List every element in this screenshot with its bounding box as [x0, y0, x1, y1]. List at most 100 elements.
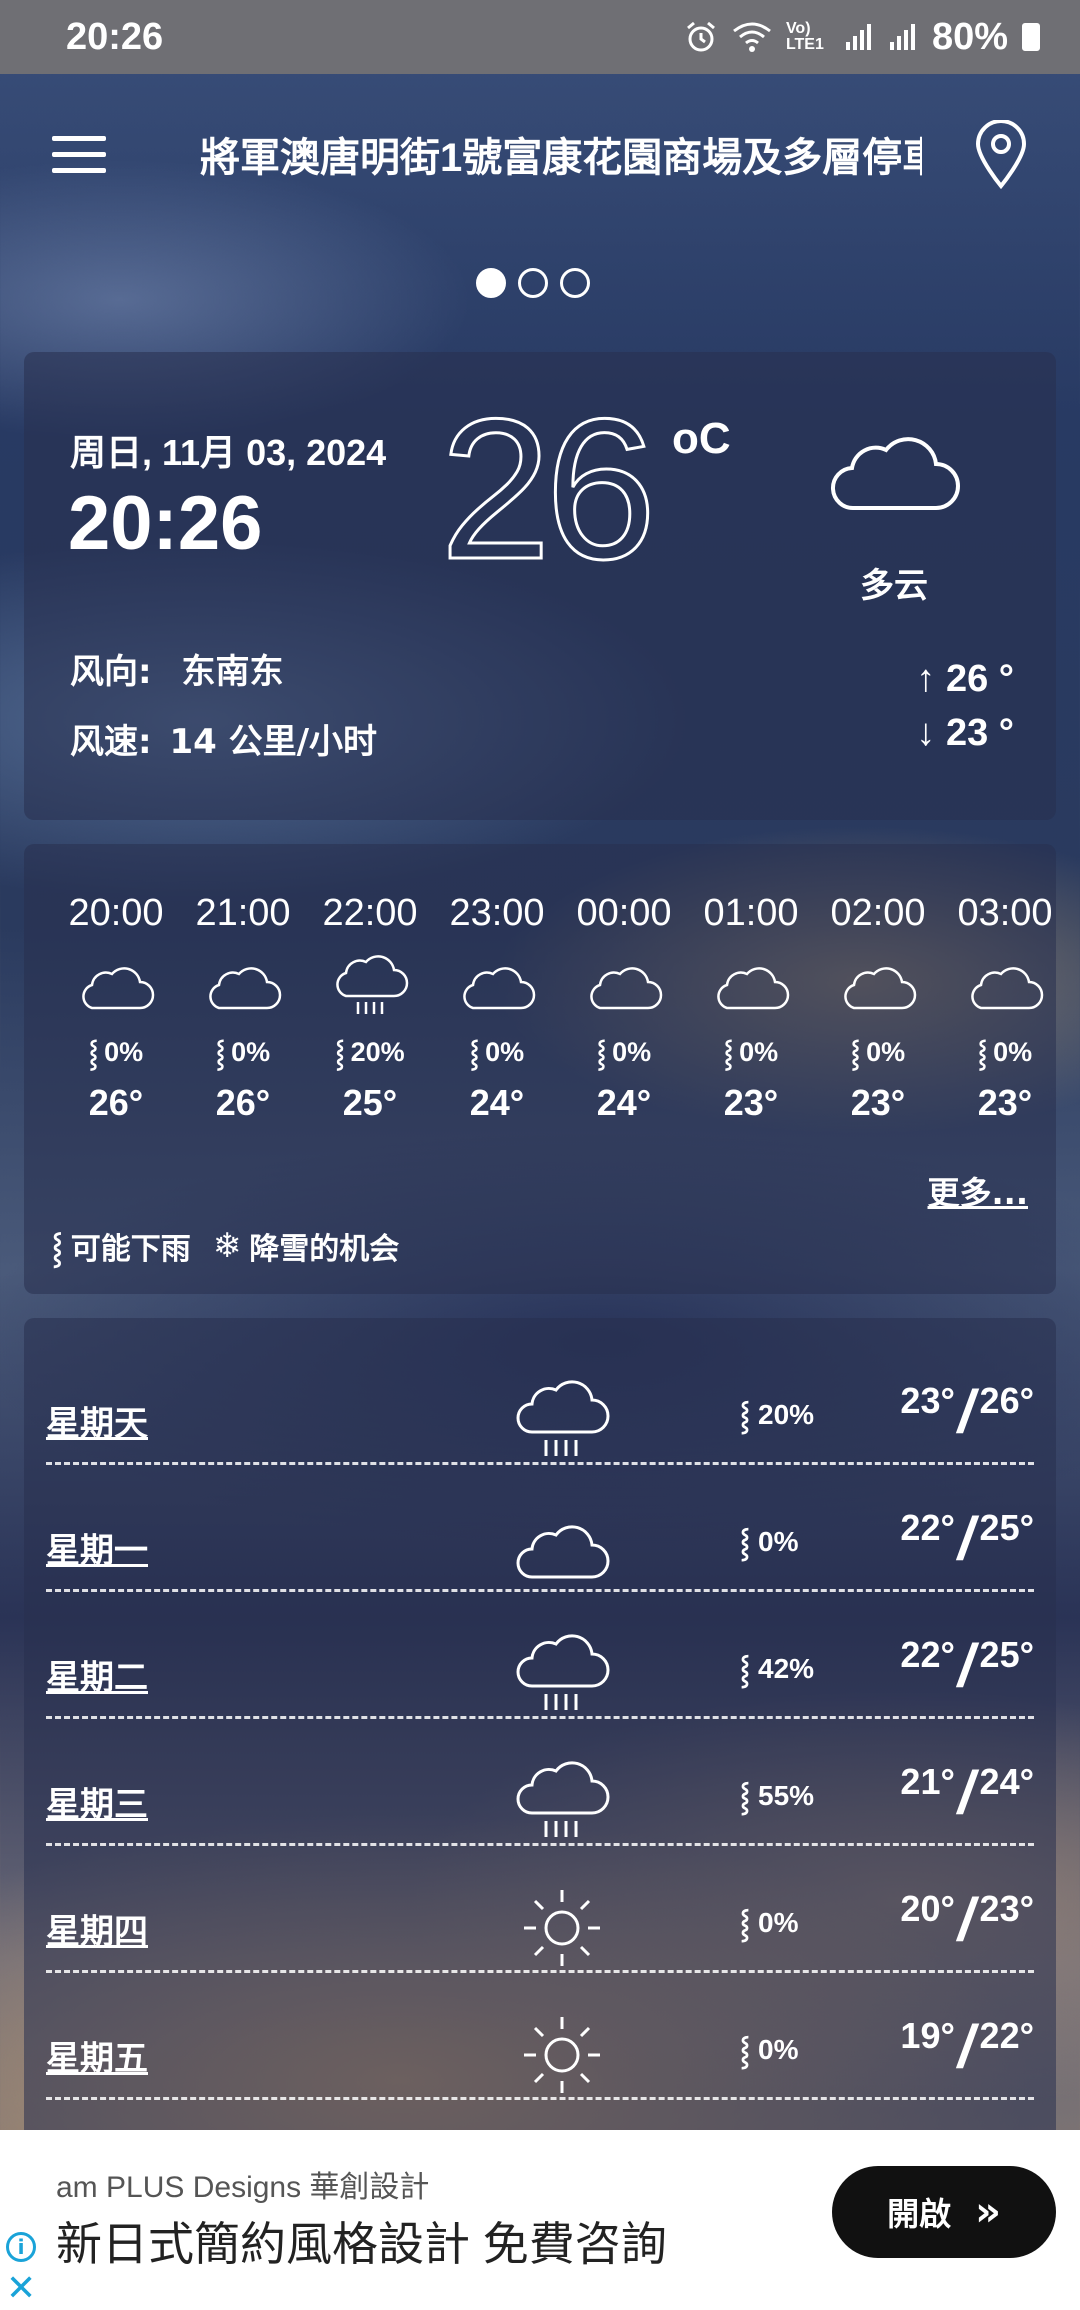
- rain-cloud-icon: [516, 1634, 610, 1710]
- raindrop-icon: ⸾: [596, 1038, 607, 1068]
- day-low-temp: 23°: [900, 1380, 955, 1421]
- alarm-icon: [686, 21, 715, 52]
- raindrop-icon: ⸾: [469, 1038, 480, 1068]
- page-indicator: [476, 268, 590, 298]
- day-high-temp: 25°: [979, 1507, 1034, 1548]
- day-rain-chance: 42%: [758, 1653, 815, 1684]
- day-rain-chance: 55%: [758, 1780, 815, 1811]
- wind-direction: 风向: 东南东: [70, 644, 283, 693]
- status-time: 20:26: [66, 15, 164, 58]
- current-date: 周日, 11月 03, 2024: [70, 432, 387, 473]
- cloud-icon: [971, 967, 1044, 1010]
- day-low-temp: 20°: [900, 1888, 955, 1929]
- network-label: Vo) LTE1: [785, 20, 824, 53]
- hour-time: 21:00: [195, 892, 291, 934]
- hour-temp: 24°: [469, 1082, 525, 1123]
- raindrop-icon: ⸾: [740, 1908, 751, 1939]
- day-rain-chance: 20%: [758, 1399, 815, 1430]
- hour-temp: 23°: [977, 1082, 1033, 1123]
- current-temperature: 26: [438, 378, 657, 601]
- raindrop-icon: ⸾: [52, 1230, 63, 1266]
- day-name[interactable]: 星期三: [46, 1777, 148, 1826]
- raindrop-icon: ⸾: [740, 1654, 751, 1685]
- hour-time: 22:00: [322, 892, 418, 934]
- hour-temp: 23°: [723, 1082, 779, 1123]
- battery-icon: [1022, 23, 1040, 51]
- day-high-temp: 24°: [979, 1761, 1034, 1802]
- rain-cloud-icon: [516, 1761, 610, 1837]
- low-temp: ↓ 23 °: [916, 712, 1014, 754]
- day-name[interactable]: 星期天: [46, 1396, 148, 1445]
- hour-column: 20:00 ⸾ 0% 26°: [58, 888, 174, 1124]
- day-low-temp: 22°: [900, 1507, 955, 1548]
- day-name[interactable]: 星期五: [46, 2031, 148, 2080]
- ad-open-button[interactable]: 開啟 »: [832, 2166, 1056, 2258]
- page-dot-3[interactable]: [560, 268, 590, 298]
- cloud-icon: [209, 967, 282, 1010]
- day-name[interactable]: 星期二: [46, 1650, 148, 1699]
- day-high-temp: 25°: [979, 1634, 1034, 1675]
- cloud-icon: [830, 437, 960, 511]
- legend-snow-label: 降雪的机会: [249, 1232, 400, 1267]
- ad-headline: 新日式簡約風格設計 免費咨詢: [56, 2218, 667, 2270]
- day-rain-chance: 0%: [758, 1907, 799, 1938]
- day-high-temp: 26°: [979, 1380, 1034, 1421]
- day-low-temp: 19°: [900, 2015, 955, 2056]
- raindrop-icon: ⸾: [88, 1038, 99, 1068]
- hour-time: 02:00: [830, 892, 926, 934]
- hour-rain-chance: 0%: [104, 1036, 144, 1067]
- ad-button-label: 開啟: [887, 2195, 952, 2233]
- raindrop-icon: ⸾: [215, 1038, 226, 1068]
- raindrop-icon: ⸾: [977, 1038, 988, 1068]
- hour-rain-chance: 20%: [350, 1036, 405, 1067]
- daily-row[interactable]: 星期三 ⸾ 55% 21°/24°: [46, 1719, 1034, 1846]
- day-name[interactable]: 星期四: [46, 1904, 148, 1953]
- day-low-temp: 21°: [900, 1761, 955, 1802]
- ad-banner[interactable]: i ✕ am PLUS Designs 華創設計 新日式簡約風格設計 免費咨詢 …: [0, 2130, 1080, 2310]
- page-dot-2[interactable]: [518, 268, 548, 298]
- cloud-icon: [844, 967, 917, 1010]
- daily-row[interactable]: 星期五 ⸾ 0% 19°/22°: [46, 1973, 1034, 2100]
- raindrop-icon: ⸾: [335, 1038, 345, 1068]
- current-time: 20:26: [68, 481, 263, 566]
- daily-row[interactable]: 星期一 ⸾ 0% 22°/25°: [46, 1465, 1034, 1592]
- current-condition: 多云: [860, 566, 928, 606]
- hour-rain-chance: 0%: [993, 1036, 1033, 1067]
- ad-info-icon[interactable]: i: [6, 2232, 36, 2262]
- hour-temp: 24°: [596, 1082, 652, 1123]
- page-dot-1[interactable]: [476, 268, 506, 298]
- cloud-icon: [463, 967, 536, 1010]
- hour-column: 22:00 ⸾ 20% 25°: [312, 888, 428, 1124]
- current-weather-card: 周日, 11月 03, 2024 20:26 26 oC 多云 风向: 东南东 …: [24, 352, 1056, 820]
- location-pin-icon[interactable]: [972, 120, 1030, 190]
- cloud-icon: [82, 967, 155, 1010]
- day-high-temp: 23°: [979, 1888, 1034, 1929]
- rain-cloud-icon: [516, 1380, 610, 1456]
- ad-brand: am PLUS Designs 華創設計: [56, 2171, 430, 2204]
- signal-icon: [845, 24, 871, 50]
- raindrop-icon: ⸾: [740, 2035, 751, 2066]
- hour-rain-chance: 0%: [866, 1036, 906, 1067]
- sun-icon: [524, 2017, 600, 2093]
- cloud-icon: [717, 967, 790, 1010]
- hamburger-menu-icon[interactable]: [52, 136, 106, 174]
- more-hourly-link[interactable]: 更多...: [928, 1168, 1028, 1214]
- hour-rain-chance: 0%: [612, 1036, 652, 1067]
- hour-temp: 25°: [342, 1082, 398, 1123]
- ad-close-icon[interactable]: ✕: [6, 2268, 36, 2309]
- location-title[interactable]: 將軍澳唐明街1號富康花園商場及多層停車場: [200, 128, 922, 188]
- daily-row[interactable]: 星期四 ⸾ 0% 20°/23°: [46, 1846, 1034, 1973]
- day-low-temp: 22°: [900, 1634, 955, 1675]
- daily-row[interactable]: 星期天 ⸾ 20% 23°/26°: [46, 1338, 1034, 1465]
- daily-row[interactable]: 星期二 ⸾ 42% 22°/25°: [46, 1592, 1034, 1719]
- hourly-forecast-row[interactable]: 20:00 ⸾ 0% 26° 21:00 ⸾ 0% 26° 22:00 ⸾ 20% 2…: [58, 888, 1056, 1168]
- hour-rain-chance: 0%: [485, 1036, 525, 1067]
- raindrop-icon: ⸾: [723, 1038, 734, 1068]
- hour-time: 20:00: [68, 892, 164, 934]
- status-bar: 20:26 Vo) LTE1 80%: [0, 0, 1080, 74]
- app-bar: 將軍澳唐明街1號富康花園商場及多層停車場: [0, 100, 1080, 210]
- hour-rain-chance: 0%: [231, 1036, 271, 1067]
- day-name[interactable]: 星期一: [46, 1523, 148, 1572]
- hour-column: 21:00 ⸾ 0% 26°: [185, 888, 301, 1124]
- wind-direction-value: 东南东: [181, 652, 284, 692]
